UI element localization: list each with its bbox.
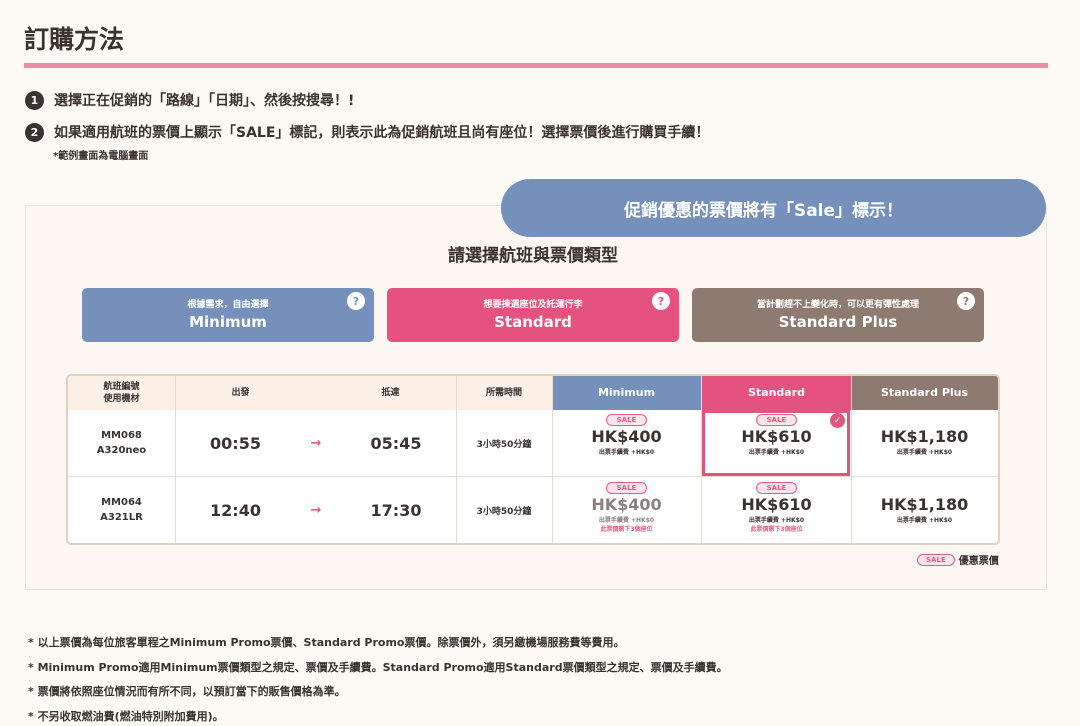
header-minimum: Minimum — [552, 376, 701, 410]
sale-badge: SALE — [917, 553, 955, 566]
select-title: 請選擇航班與票價類型 — [448, 246, 618, 266]
fare-option-standard[interactable]: SALE HK$610 出票手續費 +HK$0 — [702, 414, 851, 476]
depart-time: 00:55 — [210, 433, 261, 453]
help-icon[interactable]: ? — [652, 292, 670, 310]
header-duration: 所需時間 — [456, 376, 552, 410]
fare-type-desc: 當計劃趕不上變化時，可以更有彈性處理 — [756, 300, 919, 310]
fare-type-name: Standard Plus — [778, 313, 898, 331]
help-icon[interactable]: ? — [957, 292, 975, 310]
price: HK$400 — [591, 427, 662, 446]
fare-type-standard[interactable]: 想要揀選座位及託運行李 Standard ? — [387, 288, 679, 342]
duration: 3小時50分鐘 — [476, 506, 532, 517]
flight-fare-table: 航班編號 使用機材 出發 抵達 所需時間 Minimum Standard Sta… — [66, 374, 1000, 545]
price: HK$400 — [591, 495, 662, 514]
footnote: * 票價將依照座位情況而有所不同，以預訂當下的販售價格為準。 — [28, 685, 346, 698]
arrive-time: 05:45 — [370, 433, 422, 453]
price: HK$1,180 — [880, 427, 969, 446]
arrive-time: 17:30 — [370, 500, 422, 520]
fee: 出票手續費 +HK$0 — [748, 517, 805, 524]
fare-option-minimum[interactable]: SALE HK$400 出票手續費 +HK$0 此票價剩下3個座位 — [552, 482, 701, 542]
arrow-right-icon: → — [310, 435, 322, 451]
help-icon[interactable]: ? — [347, 292, 365, 310]
sale-legend: SALE 優惠票價 — [917, 552, 999, 567]
sale-badge: SALE — [755, 482, 798, 494]
fare-type-desc: 想要揀選座位及託運行李 — [483, 300, 583, 310]
footnote: * 以上票價為每位旅客單程之Minimum Promo票價、Standard P… — [28, 636, 625, 649]
step-2: 2 如果適用航班的票價上顯示「SALE」標記，則表示此為促銷航班且尚有座位！選擇… — [25, 122, 709, 142]
step-text: 如果適用航班的票價上顯示「SALE」標記，則表示此為促銷航班且尚有座位！選擇票價… — [54, 125, 710, 141]
table-row-1-flight: MM068 A320neo — [96, 430, 147, 456]
seats-left-note: 此票價剩下3個座位 — [750, 526, 803, 533]
fee: 出票手續費 +HK$0 — [896, 517, 953, 524]
depart-time: 12:40 — [210, 500, 261, 520]
footnotes: * 以上票價為每位旅客單程之Minimum Promo票價、Standard P… — [28, 634, 728, 726]
fare-type-desc: 根據需求，自由選擇 — [187, 300, 269, 310]
sale-badge: SALE — [605, 414, 648, 426]
fare-type-name: Standard — [494, 313, 572, 331]
step-note: *範例畫面為電腦畫面 — [53, 151, 149, 162]
header-flight: 航班編號 使用機材 — [68, 376, 175, 410]
fare-option-standard[interactable]: SALE HK$610 出票手續費 +HK$0 此票價剩下3個座位 — [702, 482, 851, 542]
fee: 出票手續費 +HK$0 — [896, 449, 953, 456]
duration: 3小時50分鐘 — [476, 439, 532, 450]
sale-badge: SALE — [755, 414, 798, 426]
table-row-2-flight: MM064 A321LR — [100, 497, 143, 523]
page-title: 訂購方法 — [24, 25, 125, 54]
fare-type-minimum[interactable]: 根據需求，自由選擇 Minimum ? — [82, 288, 374, 342]
check-icon: ✓ — [830, 413, 845, 428]
price: HK$610 — [741, 495, 812, 514]
footnote: * Minimum Promo適用Minimum票價類型之規定、票價及手續費。S… — [28, 660, 728, 674]
sale-badge: SALE — [605, 482, 648, 494]
fee: 出票手續費 +HK$0 — [598, 449, 655, 456]
legend-label: 優惠票價 — [958, 556, 999, 567]
step-text: 選擇正在促銷的「路線」「日期」、然後按搜尋！! — [54, 93, 355, 109]
fare-option-standard-plus[interactable]: HK$1,180 出票手續費 +HK$0 — [851, 494, 998, 542]
header-standard-plus: Standard Plus — [851, 376, 998, 410]
header-arrive: 抵達 — [381, 387, 400, 398]
arrow-right-icon: → — [310, 502, 322, 518]
seats-left-note: 此票價剩下3個座位 — [600, 526, 653, 533]
step-number: 2 — [25, 122, 44, 142]
fare-type-standard-plus[interactable]: 當計劃趕不上變化時，可以更有彈性處理 Standard Plus ? — [692, 288, 984, 342]
fee: 出票手續費 +HK$0 — [598, 517, 655, 524]
header-times: 出發 抵達 — [175, 376, 456, 410]
price: HK$610 — [741, 427, 812, 446]
header-standard: Standard — [702, 376, 851, 410]
fee: 出票手續費 +HK$0 — [748, 449, 805, 456]
fare-type-name: Minimum — [189, 313, 267, 331]
footnote: * 不另收取燃油費(燃油特別附加費用)。 — [28, 709, 224, 723]
header-depart: 出發 — [231, 387, 250, 398]
fare-option-minimum[interactable]: SALE HK$400 出票手續費 +HK$0 — [552, 414, 701, 476]
fare-option-standard-plus[interactable]: HK$1,180 出票手續費 +HK$0 — [851, 426, 998, 476]
step-1: 1 選擇正在促銷的「路線」「日期」、然後按搜尋！! — [25, 90, 354, 110]
step-number: 1 — [25, 90, 44, 110]
sale-callout: 促銷優惠的票價將有「Sale」標示！ — [501, 179, 1046, 237]
price: HK$1,180 — [880, 495, 969, 514]
title-divider — [24, 63, 1048, 68]
